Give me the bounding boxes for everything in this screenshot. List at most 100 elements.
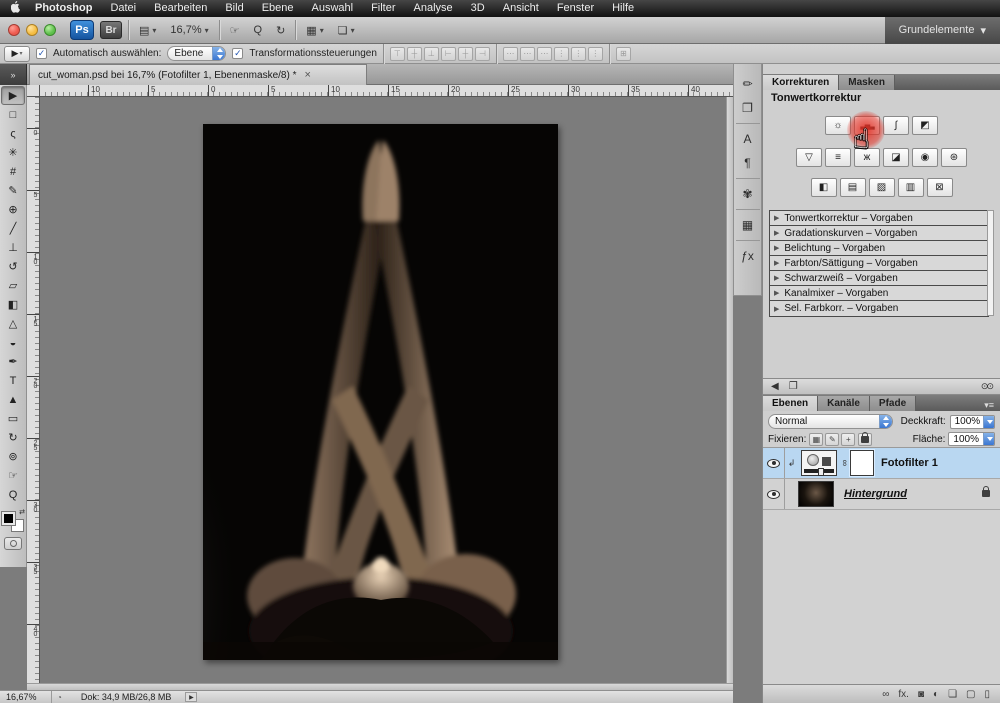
current-tool-icon[interactable]: ▶▾	[4, 46, 30, 62]
color-balance-button[interactable]: ж	[854, 148, 880, 167]
blend-mode-dropdown[interactable]: Normal	[768, 414, 893, 429]
exposure-button[interactable]: ◩	[912, 116, 938, 135]
gradient-tool[interactable]: ◧	[1, 295, 25, 314]
blur-tool[interactable]: △	[1, 314, 25, 333]
align-horizontal-centers-button[interactable]: ┼	[458, 47, 473, 61]
clone-stamp-tool[interactable]: ⊥	[1, 238, 25, 257]
status-zoom-field[interactable]: 16,67%	[0, 691, 52, 703]
disclosure-triangle-icon[interactable]: ▶	[774, 244, 779, 252]
photo-filter-button[interactable]: ◉	[912, 148, 938, 167]
zoom-level-dropdown[interactable]: 16,7%▾	[166, 20, 212, 40]
lock-image-pixels-button[interactable]: ✎	[825, 433, 839, 446]
path-selection-tool[interactable]: ▲	[1, 390, 25, 409]
levels-button[interactable]: ▃▅▃	[854, 116, 880, 135]
hand-tool-icon[interactable]: ☞	[226, 20, 244, 40]
disclosure-triangle-icon[interactable]: ▶	[774, 214, 779, 222]
auto-select-dropdown[interactable]: Ebene	[167, 46, 226, 61]
curves-button[interactable]: ∫	[883, 116, 909, 135]
dropdown-icon[interactable]	[983, 415, 994, 429]
selective-color-button[interactable]: ⊠	[927, 178, 953, 197]
brush-tool[interactable]: ╱	[1, 219, 25, 238]
type-tool[interactable]: T	[1, 371, 25, 390]
expanded-view-button[interactable]: ❐	[789, 381, 798, 392]
tools-dock-header[interactable]: »	[0, 64, 27, 85]
disclosure-triangle-icon[interactable]: ▶	[774, 289, 779, 297]
preset-row[interactable]: ▶Belichtung – Vorgaben	[770, 241, 988, 256]
quick-selection-tool[interactable]: ✳	[1, 143, 25, 162]
layer-style-button[interactable]: fx.	[898, 689, 909, 700]
menu-item[interactable]: Ansicht	[494, 0, 548, 17]
menu-item[interactable]: Analyse	[405, 0, 462, 17]
styles-panel-icon[interactable]: ƒx	[736, 240, 760, 268]
panel-tab[interactable]: Pfade	[870, 396, 916, 411]
foreground-color-swatch[interactable]	[2, 512, 15, 525]
status-flyout-button[interactable]: ▶	[185, 692, 197, 702]
window-minimize-button[interactable]	[26, 24, 38, 36]
document-tab[interactable]: cut_woman.psd bei 16,7% (Fotofilter 1, E…	[29, 64, 367, 85]
hand-tool[interactable]: ☞	[1, 466, 25, 485]
distribute-right-edges-button[interactable]: ⋮	[588, 47, 603, 61]
layer-mask-thumbnail[interactable]	[850, 450, 874, 476]
menu-item[interactable]: Datei	[101, 0, 145, 17]
bridge-launch-button[interactable]: Br	[100, 21, 122, 39]
zoom-tool-icon[interactable]: Q	[250, 20, 267, 40]
panel-menu-icon[interactable]: ▾≡	[984, 400, 1000, 411]
auto-select-checkbox[interactable]: ✓	[36, 48, 47, 59]
preset-row[interactable]: ▶Kanalmixer – Vorgaben	[770, 286, 988, 301]
threshold-button[interactable]: ▨	[869, 178, 895, 197]
panel-tab[interactable]: Masken	[839, 75, 895, 90]
opacity-field[interactable]: 100%	[950, 415, 995, 429]
distribute-bottom-edges-button[interactable]: ⋯	[537, 47, 552, 61]
histogram-panel-icon[interactable]: ▦	[736, 209, 760, 237]
layer-name[interactable]: Fotofilter 1	[881, 457, 938, 469]
gradient-map-button[interactable]: ▥	[898, 178, 924, 197]
marquee-tool[interactable]: □	[1, 105, 25, 124]
orbit-3d-tool[interactable]: ⊚	[1, 447, 25, 466]
menu-item[interactable]: Filter	[362, 0, 404, 17]
preset-row[interactable]: ▶Farbton/Sättigung – Vorgaben	[770, 256, 988, 271]
panel-tab[interactable]: Korrekturen	[763, 75, 839, 90]
background-layer-thumbnail[interactable]	[798, 481, 834, 507]
swap-colors-icon[interactable]: ⇄	[19, 508, 25, 516]
adjustment-layer-thumbnail[interactable]	[801, 450, 837, 476]
presets-scrollbar[interactable]	[987, 210, 994, 316]
character-panel-icon[interactable]: A	[736, 123, 760, 151]
lock-position-button[interactable]: +	[841, 433, 855, 446]
window-zoom-button[interactable]	[44, 24, 56, 36]
add-layer-mask-button[interactable]: ◙	[918, 689, 924, 700]
workspace-switcher[interactable]: Grundelemente▾	[885, 17, 1000, 44]
preset-row[interactable]: ▶Tonwertkorrektur – Vorgaben	[770, 211, 988, 226]
eyedropper-tool[interactable]: ✎	[1, 181, 25, 200]
disclosure-triangle-icon[interactable]: ▶	[774, 305, 779, 313]
distribute-horizontal-centers-button[interactable]: ⋮	[571, 47, 586, 61]
eye-icon[interactable]	[767, 459, 780, 468]
disclosure-triangle-icon[interactable]: ▶	[774, 259, 779, 267]
rotate-view-icon[interactable]: ↻	[272, 20, 289, 40]
preset-row[interactable]: ▶Gradationskurven – Vorgaben	[770, 226, 988, 241]
menu-item[interactable]: Photoshop	[26, 0, 101, 17]
preset-row[interactable]: ▶Schwarzweiß – Vorgaben	[770, 271, 988, 286]
mask-link-icon[interactable]: ∞	[840, 458, 850, 468]
black-white-button[interactable]: ◪	[883, 148, 909, 167]
zoom-tool[interactable]: Q	[1, 485, 25, 504]
align-top-edges-button[interactable]: ⊤	[390, 47, 405, 61]
menu-item[interactable]: Auswahl	[303, 0, 363, 17]
auto-align-button[interactable]: ⊞	[616, 47, 631, 61]
visibility-cell[interactable]	[763, 479, 785, 509]
new-adjustment-layer-button[interactable]: ◐	[933, 689, 939, 700]
visibility-cell[interactable]	[763, 448, 785, 478]
menu-item[interactable]: 3D	[462, 0, 494, 17]
paragraph-panel-icon[interactable]: ¶	[736, 151, 760, 175]
quick-mask-button[interactable]	[4, 537, 22, 550]
brush-presets-panel-icon[interactable]: ✏	[736, 72, 760, 96]
lock-all-button[interactable]	[858, 433, 872, 446]
posterize-button[interactable]: ▤	[840, 178, 866, 197]
color-swatches[interactable]: ⇄	[2, 508, 24, 532]
menu-item[interactable]: Ebene	[253, 0, 303, 17]
align-bottom-edges-button[interactable]: ⊥	[424, 47, 439, 61]
swatches-panel-icon[interactable]: ✾	[736, 178, 760, 206]
clip-visibility-toggle[interactable]: ⊙⊙	[981, 381, 992, 392]
distribute-vertical-centers-button[interactable]: ⋯	[520, 47, 535, 61]
new-layer-button[interactable]: ▢	[966, 689, 975, 700]
eraser-tool[interactable]: ▱	[1, 276, 25, 295]
